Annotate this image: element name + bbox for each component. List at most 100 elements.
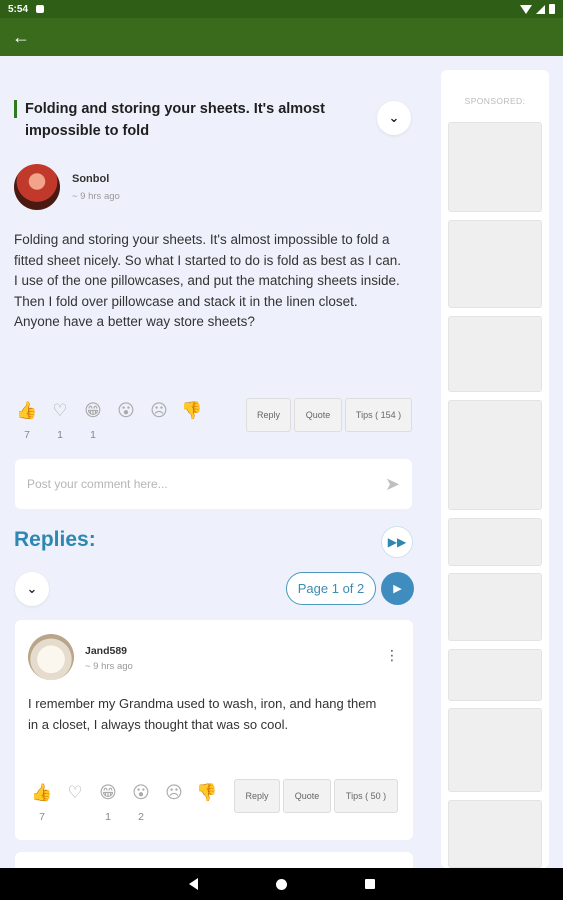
notification-icon <box>36 5 45 13</box>
post-actions: Reply Quote Tips ( 154 ) <box>246 398 412 432</box>
chevron-double-down-icon: ⌄ <box>388 110 400 125</box>
reaction-item[interactable]: ☹ <box>148 400 170 441</box>
avatar[interactable] <box>14 164 60 210</box>
reaction-count <box>163 811 185 823</box>
reply-button[interactable]: Reply <box>246 398 291 432</box>
reaction-count <box>64 811 86 823</box>
ad-slot[interactable] <box>448 518 542 566</box>
avatar[interactable] <box>28 634 74 680</box>
reaction-item[interactable]: 👍 7 <box>31 782 53 823</box>
page-indicator[interactable]: Page 1 of 2 <box>286 572 376 605</box>
expand-button[interactable]: ⌄ <box>377 101 411 135</box>
thumbs-up-icon[interactable]: 👍 <box>31 782 53 804</box>
chevron-double-down-icon: ⌄ <box>26 581 38 596</box>
reply-timestamp: ~ 9 hrs ago <box>85 661 133 672</box>
surprised-icon[interactable]: 😮 <box>130 782 152 804</box>
reaction-count: 2 <box>138 811 144 823</box>
post-body-line: Folding and storing your sheets. It's al… <box>14 232 401 268</box>
replies-heading: Replies: <box>14 528 96 551</box>
reply-card: Jand589 ~ 9 hrs ago ⋮ I remember my Gran… <box>15 620 413 840</box>
sad-icon[interactable]: ☹ <box>148 400 170 422</box>
reaction-count <box>181 429 203 441</box>
reply-card-partial <box>15 852 413 868</box>
status-bar: 5:54 <box>0 0 563 18</box>
tips-button[interactable]: Tips ( 50 ) <box>334 779 398 813</box>
reaction-count: 7 <box>24 429 30 441</box>
sponsored-sidebar: SPONSORED: <box>441 70 549 868</box>
last-page-button[interactable]: ▶▶ <box>381 526 413 558</box>
ad-slot[interactable] <box>448 649 542 701</box>
thumbs-up-icon[interactable]: 👍 <box>16 400 38 422</box>
nav-back-icon[interactable] <box>188 878 198 890</box>
reply-body: I remember my Grandma used to wash, iron… <box>28 696 377 732</box>
sponsored-label: SPONSORED: <box>464 96 526 106</box>
comment-input[interactable]: Post your comment here... ➤ <box>15 459 412 509</box>
signal-icon <box>536 4 545 14</box>
reaction-item[interactable]: ♡ <box>64 782 86 823</box>
tips-button[interactable]: Tips ( 154 ) <box>345 398 412 432</box>
wifi-icon <box>520 4 532 14</box>
grin-icon[interactable]: 😁 <box>82 400 104 422</box>
send-icon[interactable]: ➤ <box>385 474 400 495</box>
reaction-count: 1 <box>105 811 111 823</box>
ad-slot[interactable] <box>448 122 542 212</box>
post-body: Folding and storing your sheets. It's al… <box>14 230 406 333</box>
battery-icon <box>549 4 555 14</box>
heart-icon[interactable]: ♡ <box>49 400 71 422</box>
reply-reactions: 👍 7 ♡ 😁 1 😮 2 ☹ 👎 <box>31 782 218 823</box>
thumbs-down-icon[interactable]: 👎 <box>181 400 203 422</box>
ad-slot[interactable] <box>448 220 542 308</box>
reaction-count: 7 <box>39 811 45 823</box>
post-timestamp: ~ 9 hrs ago <box>72 190 120 202</box>
reaction-item[interactable]: ♡ 1 <box>49 400 71 441</box>
post-title-row: Folding and storing your sheets. It's al… <box>14 98 414 142</box>
thumbs-down-icon[interactable]: 👎 <box>196 782 218 804</box>
reply-button[interactable]: Reply <box>234 779 280 813</box>
reaction-item[interactable]: 👎 <box>181 400 203 441</box>
ad-slot[interactable] <box>448 708 542 792</box>
comment-placeholder: Post your comment here... <box>27 477 168 491</box>
reaction-count <box>115 429 137 441</box>
back-arrow-icon[interactable]: ← <box>12 28 30 46</box>
post-body-line: I use of the one pillowcases, and put th… <box>14 273 400 329</box>
reaction-item[interactable]: 😮 2 <box>130 782 152 823</box>
post-reactions: 👍 7 ♡ 1 😁 1 😮 ☹ 👎 <box>16 400 203 441</box>
ad-slot[interactable] <box>448 316 542 392</box>
reaction-item[interactable]: 👎 <box>196 782 218 823</box>
heart-icon[interactable]: ♡ <box>64 782 86 804</box>
more-options-icon[interactable]: ⋮ <box>385 648 399 662</box>
reaction-count <box>196 811 218 823</box>
surprised-icon[interactable]: 😮 <box>115 400 137 422</box>
title-accent-bar <box>14 100 17 118</box>
post-title: Folding and storing your sheets. It's al… <box>25 101 325 139</box>
author-name[interactable]: Sonbol <box>72 173 120 185</box>
status-time: 5:54 <box>8 3 29 15</box>
fast-forward-icon: ▶▶ <box>387 535 407 549</box>
reaction-item[interactable]: 😮 <box>115 400 137 441</box>
sad-icon[interactable]: ☹ <box>163 782 185 804</box>
next-page-button[interactable]: ▶ <box>381 572 414 605</box>
reaction-item[interactable]: ☹ <box>163 782 185 823</box>
reply-actions: Reply Quote Tips ( 50 ) <box>234 779 398 813</box>
reaction-item[interactable]: 😁 1 <box>97 782 119 823</box>
reaction-item[interactable]: 😁 1 <box>82 400 104 441</box>
reaction-item[interactable]: 👍 7 <box>16 400 38 441</box>
ad-slot[interactable] <box>448 400 542 510</box>
app-bar: ← <box>0 18 563 56</box>
reply-author[interactable]: Jand589 <box>85 645 127 657</box>
quote-button[interactable]: Quote <box>294 398 342 432</box>
reaction-count: 1 <box>57 429 63 441</box>
grin-icon[interactable]: 😁 <box>97 782 119 804</box>
nav-home-icon[interactable] <box>275 878 287 890</box>
ad-slot[interactable] <box>448 800 542 868</box>
collapse-replies-button[interactable]: ⌄ <box>15 572 49 606</box>
reaction-count <box>148 429 170 441</box>
reaction-count: 1 <box>90 429 96 441</box>
nav-recents-icon[interactable] <box>364 879 375 889</box>
post-author: Sonbol ~ 9 hrs ago <box>14 164 120 210</box>
system-nav-bar <box>0 868 563 900</box>
main-content: Folding and storing your sheets. It's al… <box>0 56 430 868</box>
ad-slot[interactable] <box>448 573 542 641</box>
quote-button[interactable]: Quote <box>283 779 331 813</box>
play-icon: ▶ <box>393 583 402 595</box>
